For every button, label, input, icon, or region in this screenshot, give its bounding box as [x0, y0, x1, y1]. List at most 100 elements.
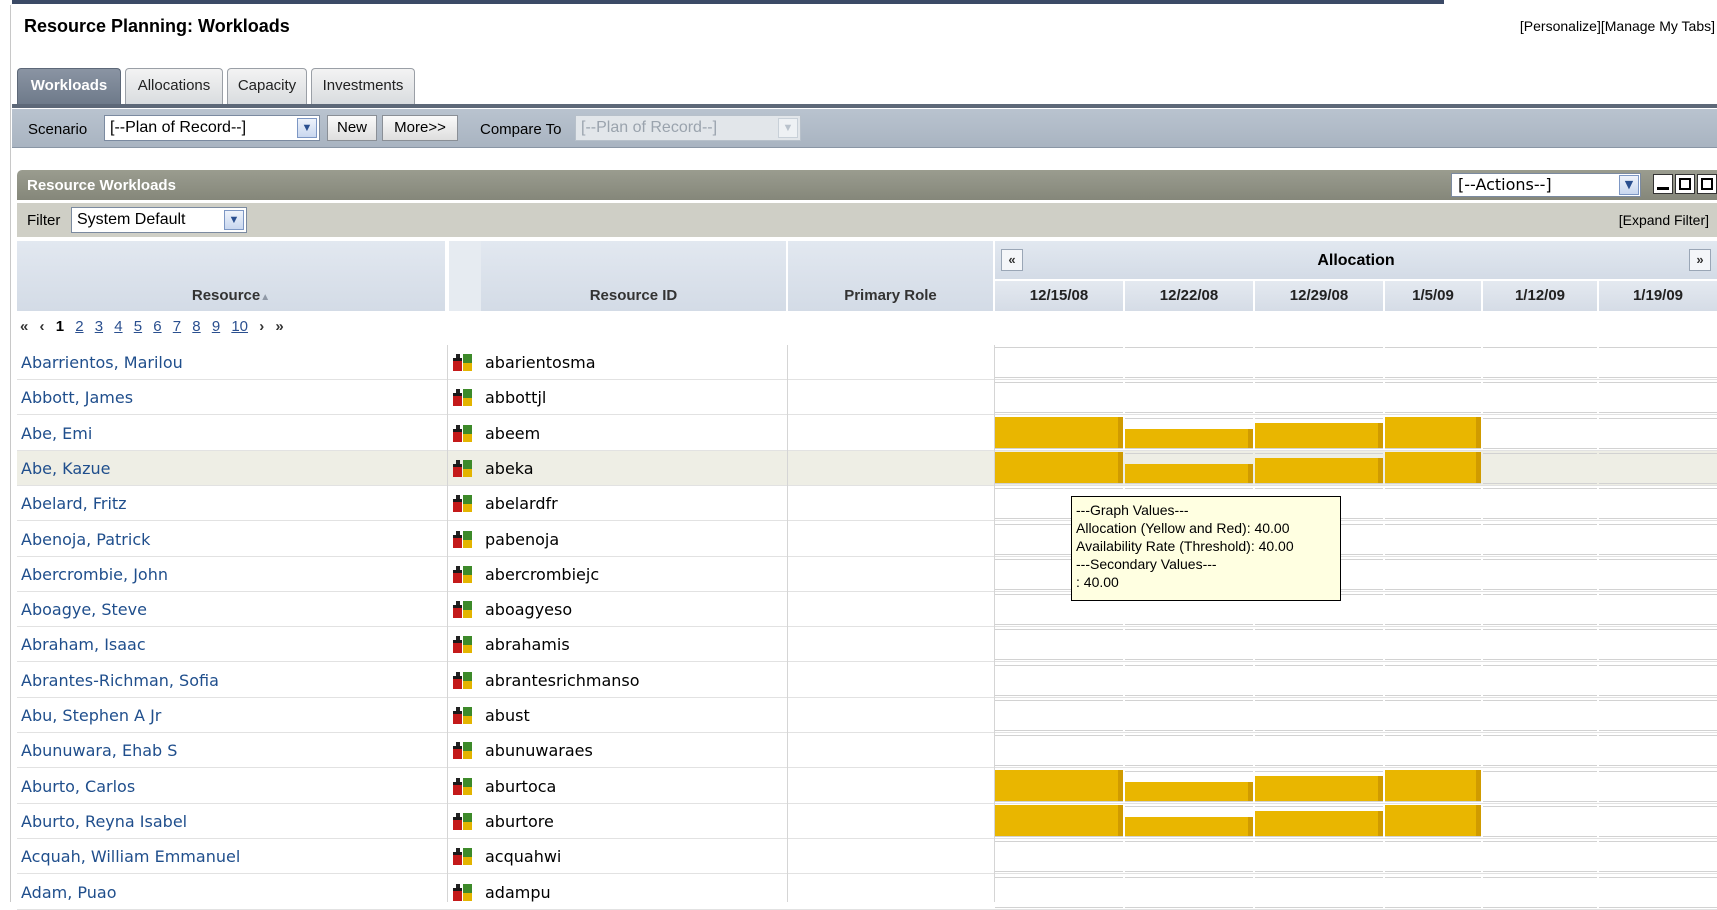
allocation-cell[interactable] — [1385, 876, 1481, 908]
resource-person-icon[interactable] — [453, 777, 473, 796]
allocation-cell[interactable] — [1385, 735, 1481, 767]
resource-name-link[interactable]: Aboagye, Steve — [21, 600, 147, 619]
actions-select[interactable]: [--Actions--] ▼ — [1451, 173, 1641, 197]
allocation-bar[interactable] — [1255, 810, 1383, 836]
allocation-cell[interactable] — [1255, 417, 1383, 449]
allocation-cell[interactable] — [1599, 594, 1717, 626]
allocation-cell[interactable] — [1483, 523, 1597, 555]
page-link[interactable]: 8 — [192, 318, 200, 335]
allocation-cell[interactable] — [1599, 629, 1717, 661]
restore-icon[interactable] — [1675, 174, 1695, 194]
allocation-cell[interactable] — [1255, 805, 1383, 837]
allocation-cell[interactable] — [1125, 417, 1253, 449]
resource-person-icon[interactable] — [453, 389, 473, 407]
allocation-cell[interactable] — [1599, 805, 1717, 837]
resource-person-icon[interactable] — [453, 459, 473, 478]
allocation-cell[interactable] — [995, 347, 1123, 378]
allocation-cell[interactable] — [1385, 523, 1481, 555]
page-link[interactable]: 4 — [114, 318, 122, 335]
allocation-cell[interactable] — [1385, 488, 1481, 520]
allocation-cell[interactable] — [1483, 488, 1597, 520]
allocation-cell[interactable] — [1599, 841, 1717, 873]
allocation-cell[interactable] — [1385, 347, 1481, 378]
resource-person-icon[interactable] — [453, 883, 473, 902]
allocation-cell[interactable] — [1385, 594, 1481, 626]
allocation-bar[interactable] — [1385, 416, 1481, 448]
allocation-cell[interactable] — [1385, 841, 1481, 873]
allocation-bar[interactable] — [1255, 457, 1383, 483]
allocation-cell[interactable] — [995, 735, 1123, 767]
allocation-cell[interactable] — [1385, 416, 1481, 449]
allocation-cell[interactable] — [1385, 700, 1481, 731]
allocation-cell[interactable] — [995, 841, 1123, 873]
resource-person-icon[interactable] — [453, 742, 473, 760]
allocation-cell[interactable] — [1483, 700, 1597, 731]
allocation-bar[interactable] — [1125, 816, 1253, 836]
allocation-bar[interactable] — [995, 451, 1123, 483]
allocation-cell[interactable] — [995, 451, 1123, 484]
allocation-cell[interactable] — [1599, 735, 1717, 767]
allocation-bar[interactable] — [1125, 428, 1253, 448]
prev-page-icon[interactable]: ‹ — [40, 318, 45, 335]
allocation-cell[interactable] — [1483, 629, 1597, 661]
allocation-cell[interactable] — [1125, 347, 1253, 378]
page-link[interactable]: 3 — [95, 318, 103, 335]
more-button[interactable]: More>> — [382, 115, 458, 141]
resource-person-icon[interactable] — [453, 354, 473, 372]
allocation-cell[interactable] — [1483, 417, 1597, 449]
allocation-cell[interactable] — [995, 700, 1123, 731]
allocation-cell[interactable] — [1599, 523, 1717, 555]
resource-name-link[interactable]: Abercrombie, John — [21, 565, 168, 584]
allocation-bar[interactable] — [1255, 422, 1383, 448]
allocation-cell[interactable] — [1385, 629, 1481, 661]
allocation-cell[interactable] — [1599, 876, 1717, 908]
allocation-cell[interactable] — [995, 664, 1123, 696]
resource-name-link[interactable]: Abu, Stephen A Jr — [21, 706, 161, 725]
resource-person-icon[interactable] — [453, 671, 473, 690]
allocation-cell[interactable] — [1483, 452, 1597, 484]
allocation-cell[interactable] — [995, 382, 1123, 414]
resource-name-link[interactable]: Abe, Kazue — [21, 459, 111, 478]
page-link[interactable]: 10 — [231, 318, 248, 335]
tab-capacity[interactable]: Capacity — [227, 68, 307, 104]
resource-person-icon[interactable] — [453, 636, 473, 654]
allocation-cell[interactable] — [1385, 451, 1481, 484]
allocation-cell[interactable] — [1483, 664, 1597, 696]
allocation-cell[interactable] — [1483, 347, 1597, 378]
allocation-cell[interactable] — [1255, 735, 1383, 767]
allocation-cell[interactable] — [1385, 558, 1481, 590]
allocation-cell[interactable] — [1599, 558, 1717, 590]
expand-filter-link[interactable]: [Expand Filter] — [1619, 212, 1709, 228]
resource-name-link[interactable]: Adam, Puao — [21, 883, 116, 902]
allocation-cell[interactable] — [1125, 876, 1253, 908]
resource-name-link[interactable]: Abbott, James — [21, 388, 133, 407]
resource-column-header[interactable]: Resource▲ — [17, 241, 445, 311]
resource-name-link[interactable]: Abenoja, Patrick — [21, 530, 150, 549]
new-scenario-button[interactable]: New — [327, 115, 377, 141]
chevron-down-icon[interactable]: ▼ — [1619, 175, 1639, 195]
allocation-cell[interactable] — [1483, 770, 1597, 802]
allocation-cell[interactable] — [1125, 382, 1253, 414]
resource-person-icon[interactable] — [453, 424, 473, 443]
resource-person-icon[interactable] — [453, 848, 473, 866]
next-page-icon[interactable]: › — [259, 318, 264, 335]
personalize-link[interactable]: [Personalize] — [1520, 18, 1601, 34]
allocation-cell[interactable] — [1125, 735, 1253, 767]
allocation-cell[interactable] — [1255, 452, 1383, 484]
page-link[interactable]: 5 — [134, 318, 142, 335]
resource-person-icon[interactable] — [453, 495, 473, 513]
allocation-cell[interactable] — [1385, 382, 1481, 414]
allocation-bar[interactable] — [1385, 769, 1481, 801]
allocation-bar[interactable] — [995, 769, 1123, 801]
allocation-cell[interactable] — [1483, 382, 1597, 414]
allocation-cell[interactable] — [1125, 841, 1253, 873]
resource-person-icon[interactable] — [453, 565, 473, 584]
allocation-bar[interactable] — [1125, 463, 1253, 483]
allocation-bar[interactable] — [995, 804, 1123, 836]
allocation-cell[interactable] — [1599, 664, 1717, 696]
allocation-cell[interactable] — [1125, 629, 1253, 661]
tab-allocations[interactable]: Allocations — [125, 68, 223, 104]
allocation-cell[interactable] — [1599, 347, 1717, 378]
allocation-cell[interactable] — [1385, 769, 1481, 802]
tab-workloads[interactable]: Workloads — [17, 68, 121, 104]
